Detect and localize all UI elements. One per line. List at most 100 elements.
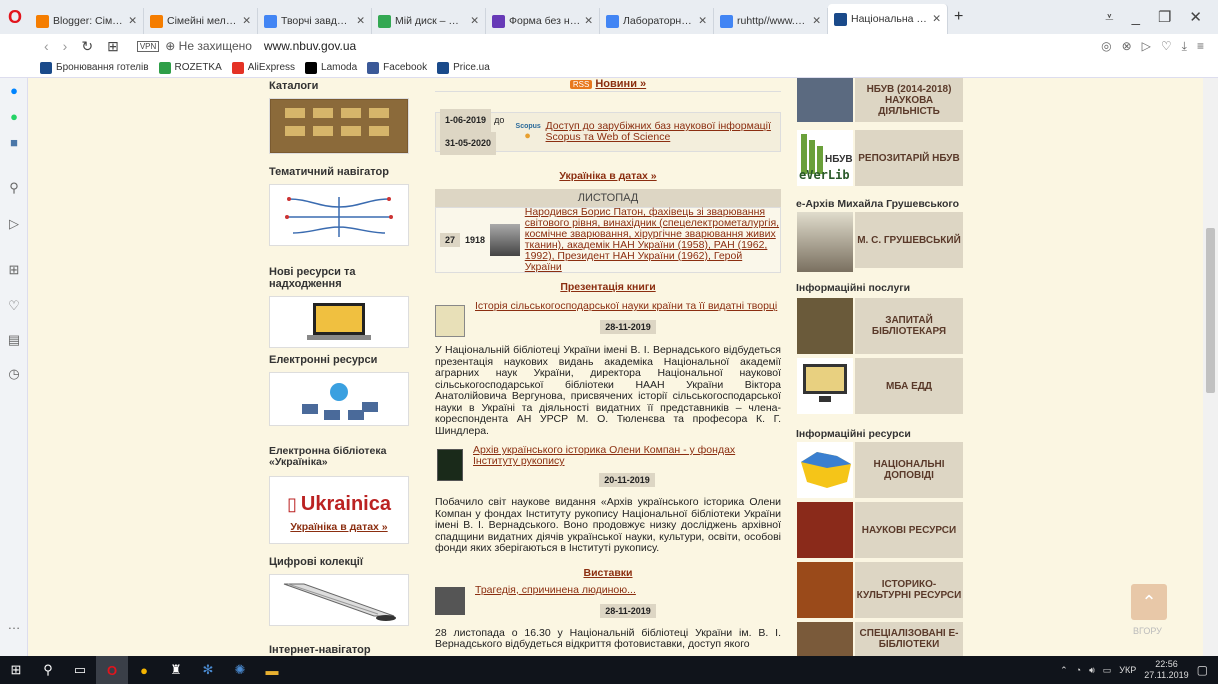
tab-close-icon[interactable]: ✕	[242, 15, 251, 27]
electronic-resources-image[interactable]	[269, 372, 409, 426]
bookmark-item[interactable]: ROZETKA	[158, 61, 222, 74]
task-view-icon[interactable]: ▭	[64, 656, 96, 684]
browser-tab[interactable]: Творчі завдання№7 ✕	[258, 8, 372, 34]
mba-button[interactable]: МБА ЕДД	[855, 358, 963, 414]
clock[interactable]: 22:56 27.11.2019	[1144, 659, 1188, 681]
repository-button[interactable]: РЕПОЗИТАРІЙ НБУВ	[855, 130, 963, 186]
bookmark-item[interactable]: AliExpress	[231, 61, 295, 74]
download-icon[interactable]: ⤓	[1182, 39, 1187, 54]
opera-taskbar-icon[interactable]: O	[96, 656, 128, 684]
special-libraries-image[interactable]	[797, 622, 853, 656]
ask-librarian-button[interactable]: ЗАПИТАЙ БІБЛІОТЕКАРЯ	[855, 298, 963, 354]
heart-icon[interactable]: ♡	[4, 296, 24, 316]
browser-tab[interactable]: Мій диск – Google Д ✕	[372, 8, 486, 34]
ukrainica-dates-link[interactable]: Україніка в датах »	[435, 170, 781, 182]
adblock-icon[interactable]: ⊗	[1122, 39, 1132, 54]
maximize-button[interactable]: ❐	[1158, 8, 1171, 26]
speed-dial-icon[interactable]: ⊞	[107, 38, 119, 55]
tab-close-icon[interactable]: ✕	[356, 15, 365, 27]
network-icon[interactable]: ◔	[1076, 665, 1081, 675]
paton-link[interactable]: Народився Борис Патон, фахівець зі зварю…	[525, 207, 780, 273]
hrushevsky-portrait[interactable]	[797, 212, 853, 272]
chrome-taskbar-icon[interactable]: ●	[128, 656, 160, 684]
news-link[interactable]: Новини »	[595, 78, 646, 90]
close-button[interactable]: ✕	[1189, 8, 1202, 26]
thematic-navigator-image[interactable]	[269, 184, 409, 246]
page-scrollbar[interactable]	[1203, 78, 1218, 656]
windows-start-icon[interactable]: ⊞	[0, 656, 32, 684]
new-resources-image[interactable]	[269, 296, 409, 348]
send-icon[interactable]: ▷	[4, 214, 24, 234]
history-icon[interactable]: ◷	[4, 364, 24, 384]
tab-close-icon[interactable]: ✕	[698, 15, 707, 27]
file-explorer-icon[interactable]: ▬	[256, 656, 288, 684]
messenger-icon[interactable]: ●	[4, 80, 24, 100]
tray-arrow-icon[interactable]: ⌃	[1060, 665, 1068, 676]
app-taskbar-icon[interactable]: ✺	[224, 656, 256, 684]
mba-image[interactable]	[797, 358, 853, 414]
tab-close-icon[interactable]: ✕	[470, 15, 479, 27]
news-icon[interactable]: ▤	[4, 330, 24, 350]
search-icon[interactable]: ⚲	[4, 178, 24, 198]
browser-tab[interactable]: ruhttp//www.nbuv.g ✕	[714, 8, 828, 34]
scrollbar-thumb[interactable]	[1206, 228, 1215, 393]
tanks-taskbar-icon[interactable]: ♜	[160, 656, 192, 684]
browser-tab[interactable]: Національна бібліо ✕	[828, 4, 948, 34]
browser-tab[interactable]: Сімейні мелодрами ✕	[144, 8, 258, 34]
browser-tab[interactable]: Blogger: Сімейні мел ✕	[30, 8, 144, 34]
everlib-logo[interactable]: eVerLib	[799, 168, 850, 182]
heart-icon[interactable]: ♡	[1161, 39, 1172, 54]
historical-resources-button[interactable]: ІСТОРИКО-КУЛЬТУРНІ РЕСУРСИ	[855, 562, 963, 618]
ukrainica-dates-link[interactable]: Україніка в датах »	[290, 522, 387, 533]
scientific-resources-button[interactable]: НАУКОВІ РЕСУРСИ	[855, 502, 963, 558]
bookmark-item[interactable]: Lamoda	[305, 61, 357, 74]
book-presentation-link[interactable]: Презентація книги	[435, 281, 781, 293]
speed-dial-icon[interactable]: ⊞	[4, 260, 24, 280]
science-activity-button[interactable]: НБУВ (2014-2018) НАУКОВА ДІЯЛЬНІСТЬ	[855, 78, 963, 122]
camera-icon[interactable]: ◎	[1101, 39, 1111, 54]
ukrainica-box[interactable]: ▯ Ukrainica Україніка в датах »	[269, 476, 409, 544]
language-indicator[interactable]: УКР	[1119, 665, 1136, 675]
national-reports-image[interactable]	[797, 442, 853, 498]
volume-icon[interactable]: 🔊︎	[1089, 665, 1095, 676]
browser-tab[interactable]: Лабораторна робот ✕	[600, 8, 714, 34]
book2-cover[interactable]	[437, 449, 463, 481]
tab-close-icon[interactable]: ✕	[812, 15, 821, 27]
security-indicator[interactable]: ⊕ Не захищено	[165, 39, 252, 53]
url-field[interactable]: www.nbuv.gov.ua	[264, 39, 356, 53]
science-image[interactable]	[797, 78, 853, 122]
digital-collections-image[interactable]	[269, 574, 409, 626]
exhibition-image[interactable]	[435, 586, 465, 615]
more-icon[interactable]: …	[4, 614, 24, 634]
exhibitions-link[interactable]: Виставки	[435, 567, 781, 579]
battery-icon[interactable]: ▭	[1103, 665, 1112, 676]
bookmark-item[interactable]: Facebook	[367, 61, 427, 74]
scroll-top-button[interactable]: ⌃	[1131, 584, 1167, 620]
new-tab-button[interactable]: +	[948, 4, 969, 30]
browser-tab[interactable]: Форма без назви - G✕	[486, 8, 600, 34]
ask-librarian-image[interactable]	[797, 298, 853, 354]
easy-setup-icon[interactable]: ≡	[1197, 39, 1204, 54]
opera-logo-icon[interactable]: O	[0, 0, 30, 34]
vk-icon[interactable]: ■	[4, 132, 24, 152]
exhibition-link[interactable]: Трагедія, спричинена людиною...	[475, 584, 781, 596]
vpn-badge[interactable]: VPN	[136, 40, 160, 52]
book2-link[interactable]: Архів українського історика Олени Компан…	[473, 445, 753, 467]
tab-menu-icon[interactable]: ⩡	[1105, 9, 1113, 26]
book1-cover[interactable]	[435, 305, 465, 337]
catalogs-image[interactable]	[269, 98, 409, 154]
search-icon[interactable]: ⚲	[32, 656, 64, 684]
notifications-icon[interactable]: ▢	[1197, 663, 1208, 677]
minimize-button[interactable]: _	[1132, 9, 1140, 26]
bookmark-item[interactable]: Price.ua	[437, 61, 490, 74]
tab-close-icon[interactable]: ✕	[932, 13, 941, 25]
bookmark-item[interactable]: Бронювання готелів	[40, 61, 149, 74]
whatsapp-icon[interactable]: ●	[4, 106, 24, 126]
national-reports-button[interactable]: НАЦІОНАЛЬНІ ДОПОВІДІ	[855, 442, 963, 498]
scopus-link[interactable]: Доступ до зарубіжних баз наукової інформ…	[546, 121, 780, 143]
hrushevsky-button[interactable]: М. С. ГРУШЕВСЬКИЙ	[855, 212, 963, 268]
send-icon[interactable]: ▷	[1142, 39, 1151, 54]
historical-resources-image[interactable]	[797, 562, 853, 618]
back-icon[interactable]: ‹	[44, 38, 49, 55]
scientific-resources-image[interactable]	[797, 502, 853, 558]
